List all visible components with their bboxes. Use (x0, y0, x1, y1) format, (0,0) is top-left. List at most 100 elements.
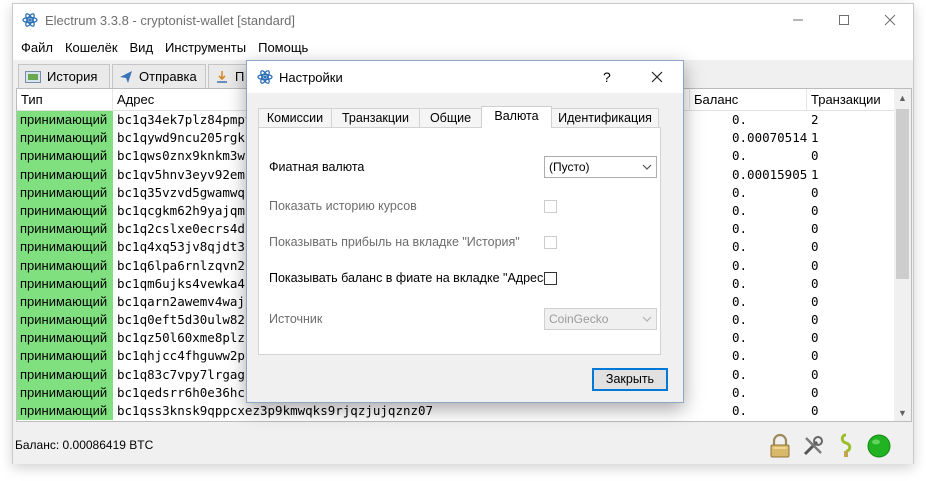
cell-balance: 0. (732, 403, 748, 418)
seed-icon[interactable] (832, 432, 860, 460)
history-icon (25, 70, 41, 83)
cell-transactions: 0 (811, 366, 819, 382)
tools-icon[interactable] (799, 432, 827, 460)
cell-transactions: 0 (811, 184, 819, 200)
tab-fees[interactable]: Комиссии (258, 108, 332, 127)
tab-currency[interactable]: Валюта (481, 106, 552, 128)
menu-bar: Файл Кошелёк Вид Инструменты Помощь (13, 36, 913, 60)
cell-balance: 0. (732, 221, 748, 237)
cell-address: bc1qss3knsk9qppcxez3p9kmwqks9rjqzjujqznz… (117, 403, 434, 418)
menu-tools[interactable]: Инструменты (159, 36, 252, 60)
cell-transactions: 0 (811, 330, 819, 346)
cell-type: принимающий (17, 383, 113, 402)
scroll-down-icon[interactable]: ▼ (894, 404, 911, 421)
cell-balance: 0.00070514 (732, 130, 807, 146)
cell-balance: 0. (732, 257, 748, 273)
maximize-icon (839, 15, 849, 25)
cell-type: принимающий (17, 365, 113, 384)
cell-type: принимающий (17, 201, 113, 221)
fiat-currency-select[interactable]: (Пусто) (544, 156, 657, 178)
minimize-icon (793, 19, 803, 21)
close-icon (884, 14, 896, 26)
cell-transactions: 0 (811, 348, 819, 364)
history-rates-checkbox[interactable] (544, 200, 557, 213)
scroll-up-icon[interactable]: ▲ (894, 89, 911, 106)
cell-transactions: 1 (811, 166, 819, 182)
tab-transactions[interactable]: Транзакции (331, 108, 420, 127)
cell-balance: 0. (732, 112, 748, 127)
cell-type: принимающий (17, 329, 113, 348)
close-button[interactable] (867, 4, 913, 36)
cell-transactions: 0 (811, 275, 819, 291)
cell-balance: 0. (732, 330, 748, 346)
tab-send[interactable]: Отправка (112, 64, 206, 88)
tab-history[interactable]: История (18, 64, 110, 88)
cell-transactions: 0 (811, 403, 819, 418)
cell-transactions: 0 (811, 384, 819, 400)
dialog-close-button[interactable] (644, 65, 670, 89)
address-fiat-label: Показывать баланс в фиате на вкладке "Ад… (269, 271, 555, 285)
title-bar: Electrum 3.3.8 - cryptonist-wallet [stan… (13, 4, 913, 36)
help-button[interactable]: ? (603, 69, 611, 85)
cell-transactions: 1 (811, 130, 819, 146)
cell-type: принимающий (17, 165, 113, 184)
chevron-down-icon (642, 309, 652, 337)
history-profit-checkbox[interactable] (544, 236, 557, 249)
cell-balance: 0. (732, 293, 748, 309)
settings-dialog: Настройки ? Комиссии Транзакции Общие Ва… (246, 60, 684, 403)
cell-type: принимающий (17, 183, 113, 202)
menu-wallet[interactable]: Кошелёк (59, 36, 124, 60)
receive-icon (215, 70, 229, 84)
cell-balance: 0. (732, 202, 748, 218)
history-profit-label: Показывать прибыль на вкладке "История" (269, 235, 520, 249)
lock-icon[interactable] (766, 432, 794, 460)
status-bar: Баланс: 0.00086419 BTC (13, 424, 913, 464)
close-dialog-button[interactable]: Закрыть (592, 368, 668, 391)
tab-receive[interactable]: П (208, 64, 248, 88)
cell-balance: 0.00015905 (732, 166, 807, 182)
close-icon (651, 71, 663, 83)
cell-transactions: 2 (811, 112, 819, 127)
cell-type: принимающий (17, 274, 113, 293)
network-status-icon[interactable] (865, 432, 893, 460)
dialog-title: Настройки (279, 70, 343, 85)
cell-balance: 0. (732, 184, 748, 200)
window-title: Electrum 3.3.8 - cryptonist-wallet [stan… (45, 13, 295, 28)
cell-balance: 0. (732, 239, 748, 255)
vertical-scrollbar[interactable]: ▲ ▼ (894, 89, 911, 421)
cell-transactions: 0 (811, 312, 819, 328)
cell-balance: 0. (732, 366, 748, 382)
column-transactions[interactable]: Транзакции (807, 89, 895, 111)
maximize-button[interactable] (821, 4, 867, 36)
tab-receive-label: П (235, 69, 245, 84)
cell-type: принимающий (17, 238, 113, 257)
chevron-down-icon (642, 157, 652, 185)
cell-type: принимающий (17, 347, 113, 366)
cell-transactions: 0 (811, 148, 819, 164)
tab-identity[interactable]: Идентификация (551, 108, 659, 127)
minimize-button[interactable] (775, 4, 821, 36)
source-value: CoinGecko (549, 312, 609, 326)
cell-transactions: 0 (811, 202, 819, 218)
cell-type: принимающий (17, 256, 113, 275)
source-label: Источник (269, 312, 323, 326)
column-type[interactable]: Тип (17, 89, 113, 111)
source-select[interactable]: CoinGecko (544, 308, 657, 330)
tab-general[interactable]: Общие (419, 108, 482, 127)
menu-file[interactable]: Файл (15, 36, 59, 60)
fiat-currency-label: Фиатная валюта (269, 160, 365, 174)
table-row[interactable]: принимающий bc1qss3knsk9qppcxez3p9kmwqks9… (17, 402, 895, 421)
column-balance[interactable]: Баланс (690, 89, 807, 111)
menu-view[interactable]: Вид (124, 36, 160, 60)
cell-type: принимающий (17, 292, 113, 312)
address-fiat-checkbox[interactable] (544, 272, 557, 285)
cell-balance: 0. (732, 148, 748, 164)
fiat-currency-value: (Пусто) (549, 160, 590, 174)
scroll-thumb[interactable] (896, 109, 909, 279)
cell-type: принимающий (17, 402, 113, 421)
tab-send-label: Отправка (139, 69, 197, 84)
tab-history-label: История (47, 69, 98, 84)
cell-type: принимающий (17, 111, 113, 130)
menu-help[interactable]: Помощь (252, 36, 314, 60)
cell-balance: 0. (732, 312, 748, 328)
